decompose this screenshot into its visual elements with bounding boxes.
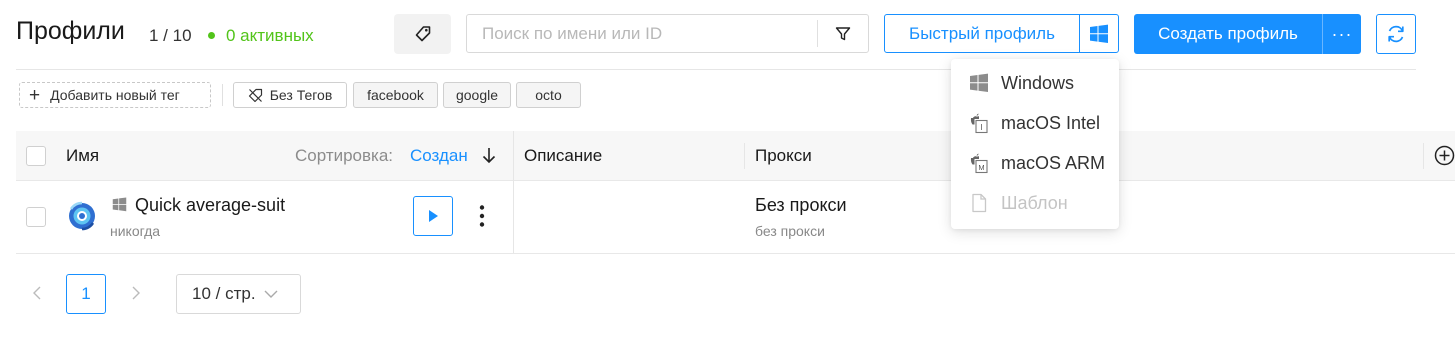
menu-item-macos-intel[interactable]: I macOS Intel [951,103,1119,143]
menu-item-label: Шаблон [1001,192,1068,213]
proxy-value: Без прокси [755,195,847,215]
filter-icon [835,26,851,42]
page-size-select[interactable]: 10 / стр. [176,274,301,314]
windows-icon [1089,24,1109,44]
add-tag-label: Добавить новый тег [50,87,180,103]
start-profile-button[interactable] [413,196,453,236]
create-profile-button[interactable]: Создать профиль [1134,14,1322,54]
tag-filter-button[interactable] [394,14,451,54]
proxy-subtext: без прокси [755,223,825,239]
tag-icon [414,25,432,43]
vertical-dots-icon [479,204,485,228]
sort-label: Сортировка: [295,146,394,165]
page-number-current[interactable]: 1 [66,274,106,314]
prev-page-button[interactable] [28,283,46,303]
menu-item-label: Windows [1001,72,1075,93]
next-page-button[interactable] [127,283,145,303]
apple-intel-icon: I [968,112,990,134]
column-divider [513,131,514,253]
quick-profile-button[interactable]: Быстрый профиль [884,14,1080,53]
filter-button[interactable] [818,15,868,52]
column-header-description[interactable]: Описание [524,146,602,166]
sort-down-arrow-icon[interactable] [481,145,497,170]
apple-arm-icon: M [968,152,990,174]
browser-avatar-icon [66,200,98,232]
tag-google[interactable]: google [443,82,511,108]
column-divider [1423,143,1424,169]
column-divider [744,143,745,169]
profile-last-run: никогда [110,223,161,239]
chevron-down-icon [264,289,278,299]
tag-no-tags[interactable]: Без Тегов [233,82,347,108]
table-header [16,131,1455,181]
header-divider [16,69,1416,70]
column-header-proxy[interactable]: Прокси [755,146,812,166]
tags-divider [222,84,223,106]
sort-field-button[interactable]: Создан [410,146,468,166]
menu-item-label: macOS ARM [1001,152,1106,173]
active-status-dot [208,32,215,39]
os-dropdown-menu: Windows I macOS Intel M macOS ARM Шаблон [951,59,1119,229]
page-size-value: 10 / стр. [192,284,256,303]
menu-item-macos-arm[interactable]: M macOS ARM [951,143,1119,183]
file-icon [968,192,990,214]
menu-item-template: Шаблон [951,183,1119,223]
add-tag-button[interactable]: + Добавить новый тег [19,82,211,108]
tag-facebook[interactable]: facebook [353,82,438,108]
profile-name[interactable]: Quick average-suit [135,195,285,216]
row-divider [16,253,1455,254]
windows-icon [112,197,127,217]
chevron-left-icon [32,286,42,300]
column-header-name[interactable]: Имя [66,146,99,166]
quick-profile-os-button[interactable] [1079,14,1119,53]
menu-item-windows[interactable]: Windows [951,63,1119,103]
tag-label: Без Тегов [269,87,333,103]
play-icon [427,209,439,223]
row-more-button[interactable] [472,200,492,232]
chevron-right-icon [131,286,141,300]
windows-icon [968,72,990,94]
svg-text:M: M [978,163,984,172]
active-count: 0 активных [226,26,314,45]
add-column-icon[interactable] [1434,145,1455,171]
tag-off-icon [248,88,263,103]
row-checkbox[interactable] [26,207,46,227]
search-box [466,14,869,53]
select-all-checkbox[interactable] [26,146,46,166]
refresh-button[interactable] [1376,14,1416,54]
plus-icon: + [29,84,41,106]
profile-count: 1 / 10 [149,26,192,45]
menu-item-label: macOS Intel [1001,112,1101,133]
refresh-icon [1385,23,1407,45]
tag-octo[interactable]: octo [516,82,581,108]
svg-text:I: I [980,123,982,132]
search-input[interactable] [467,15,817,52]
page-title: Профили [16,17,125,45]
create-more-button[interactable]: ··· [1322,14,1361,54]
